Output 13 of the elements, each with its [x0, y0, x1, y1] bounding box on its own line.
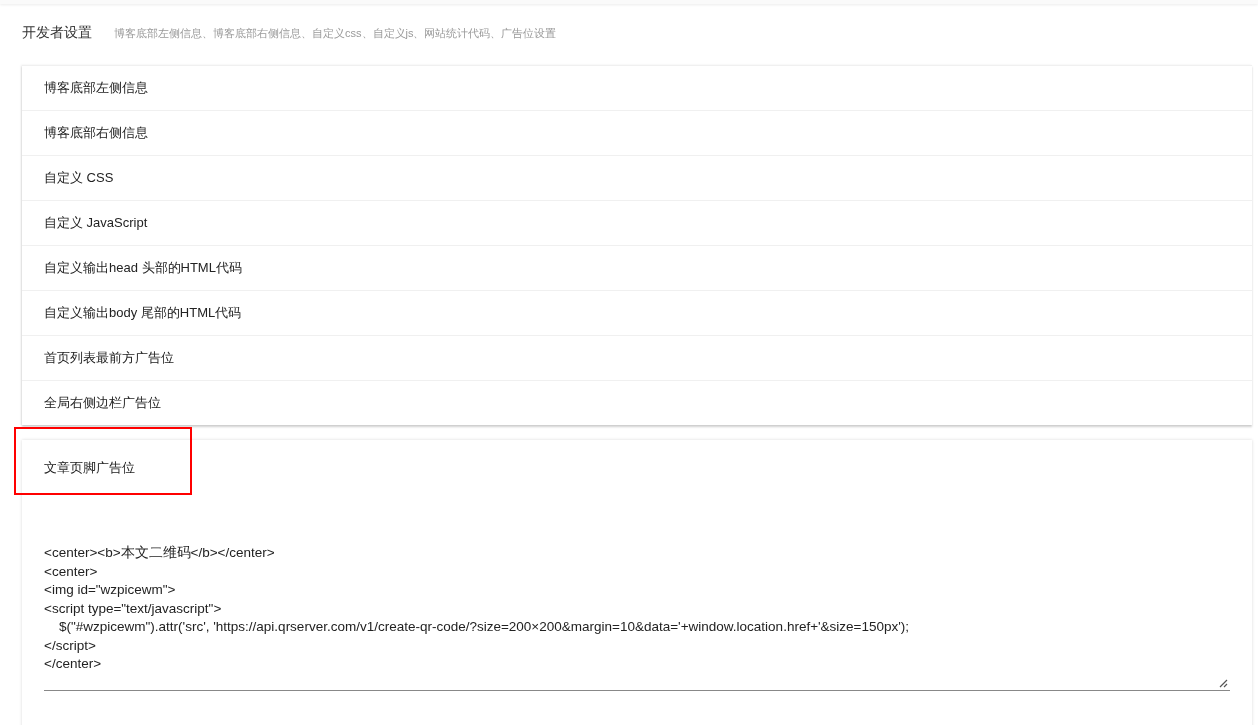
expansion-panel[interactable]: 首页列表最前方广告位	[22, 335, 1252, 380]
expansion-panel[interactable]: 全局右侧边栏广告位	[22, 380, 1252, 425]
expansion-panel[interactable]: 自定义输出head 头部的HTML代码	[22, 245, 1252, 290]
section-description: 博客底部左侧信息、博客底部右侧信息、自定义css、自定义js、网站统计代码、广告位设置	[114, 26, 557, 41]
expansion-panel[interactable]: 博客底部右侧信息	[22, 110, 1252, 155]
panel-header[interactable]: 文章页脚广告位	[44, 459, 135, 477]
section-title: 开发者设置	[22, 24, 92, 42]
resize-handle-icon[interactable]	[1218, 677, 1228, 688]
expansion-panel[interactable]: 自定义输出body 尾部的HTML代码	[22, 290, 1252, 335]
code-field[interactable]: <center><b>本文二维码</b></center> <center> <img id="wzpicewm"> <script type="text/javascript"> $("#wzpicewm").attr('src', 'https://api.qrserver.com/v1/create-qr-code/?size=200×200&margin=10&data='+window.location.href+'&size=150px'); </script> </center>	[44, 544, 1230, 691]
expansion-panel[interactable]: 博客底部左侧信息	[22, 65, 1252, 110]
expansion-panel[interactable]: 自定义 CSS	[22, 155, 1252, 200]
expansion-panel[interactable]: 自定义 JavaScript	[22, 200, 1252, 245]
